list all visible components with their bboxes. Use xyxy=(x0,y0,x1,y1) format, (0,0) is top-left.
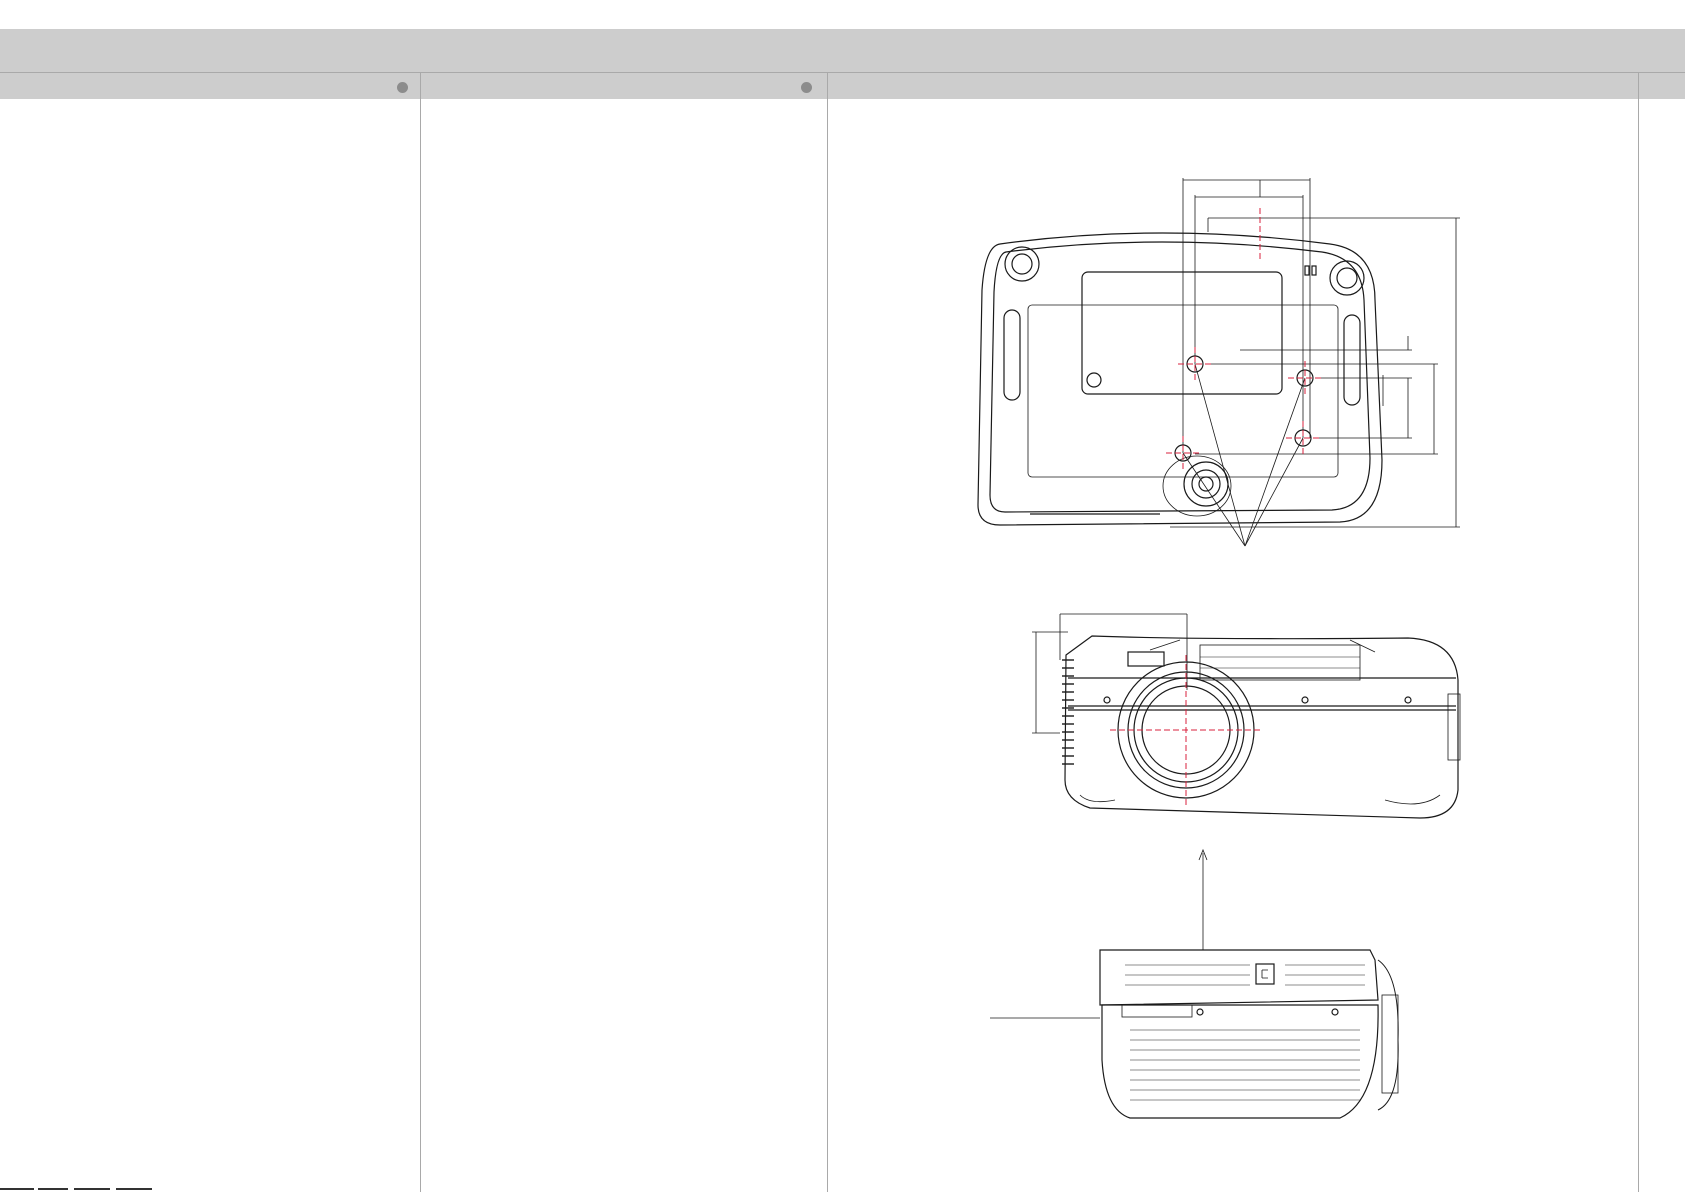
projector-technical-drawing xyxy=(830,98,1640,1192)
footer-rule-4 xyxy=(116,1188,152,1190)
bottom-view xyxy=(977,178,1460,547)
column-divider-2 xyxy=(827,72,828,1192)
column-header-band xyxy=(0,72,1685,99)
footer-rule-3 xyxy=(74,1188,110,1190)
footer-rule-1 xyxy=(0,1188,34,1190)
rear-view xyxy=(990,848,1399,1119)
column-1-dot-icon xyxy=(397,82,408,93)
page-header-band xyxy=(0,29,1685,72)
column-2-dot-icon xyxy=(801,82,812,93)
footer-rule-2 xyxy=(38,1188,68,1190)
column-divider-1 xyxy=(420,72,421,1192)
front-view xyxy=(1032,613,1461,819)
